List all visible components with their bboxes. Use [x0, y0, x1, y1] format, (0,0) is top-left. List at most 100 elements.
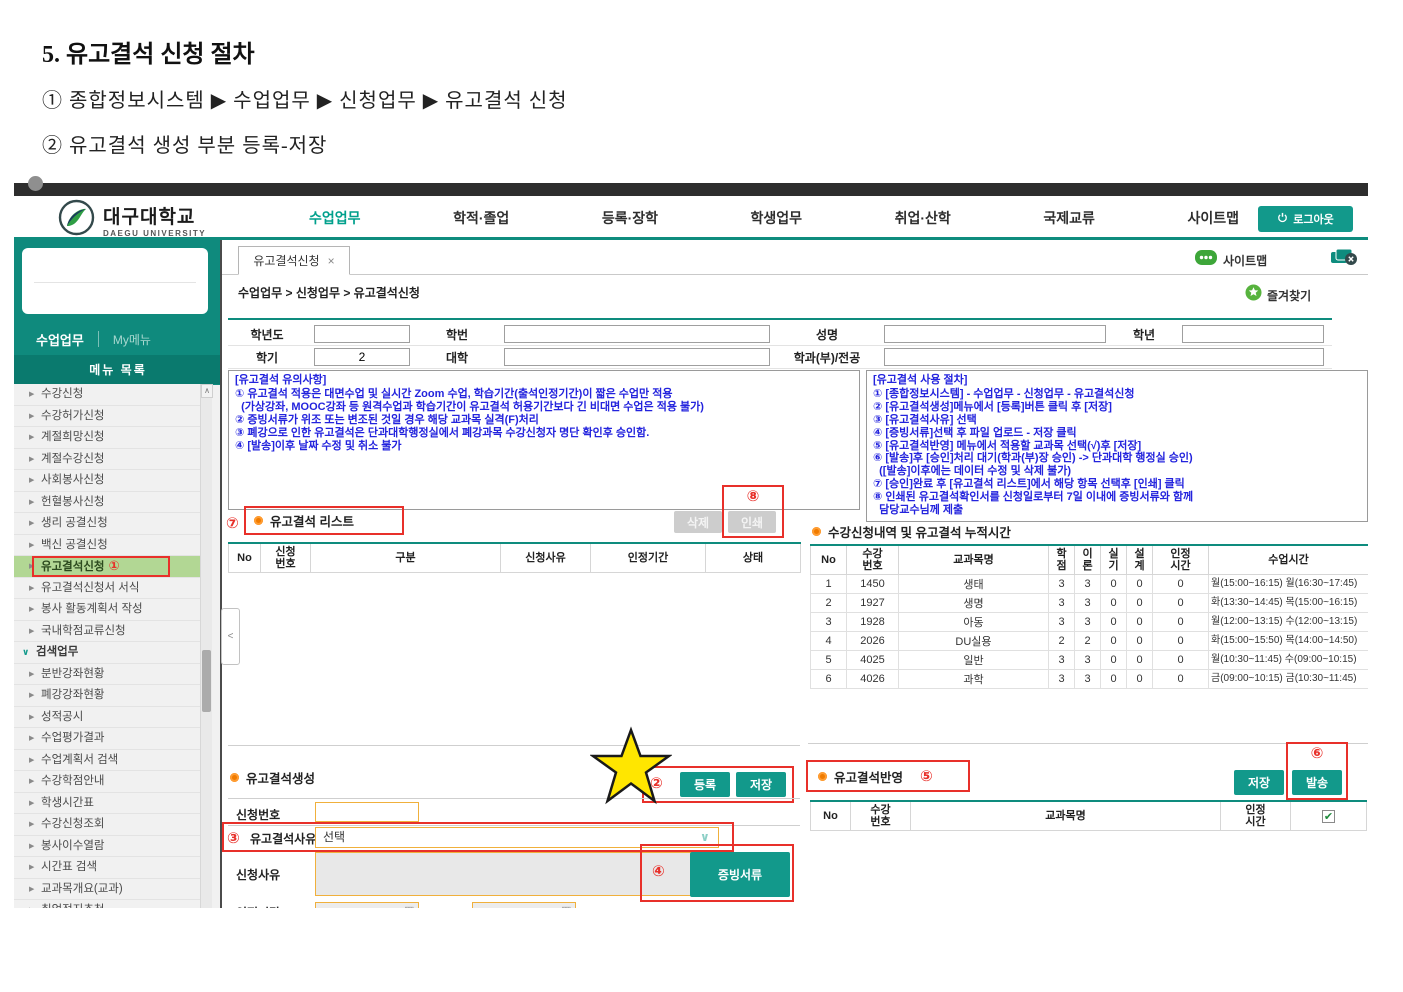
attach-document-button[interactable]: 증빙서류: [690, 852, 790, 897]
sidebar-item[interactable]: ▶수강신청: [14, 384, 200, 406]
period-label: 인정기간: [236, 904, 280, 908]
table-row[interactable]: 42026DU실용22000화(15:00~15:50) 목(14:00~14:…: [811, 632, 1369, 651]
sidebar-tab-mymenu[interactable]: My메뉴: [113, 331, 151, 348]
sidebar-item[interactable]: ▶수업계획서 검색: [14, 750, 200, 772]
user-info-divider: [34, 282, 196, 283]
table-row[interactable]: 64026과학33000금(09:00~10:15) 금(10:30~11:45…: [811, 670, 1369, 689]
form-input[interactable]: [314, 325, 410, 343]
send-button[interactable]: 발송: [1292, 770, 1342, 795]
favorite-button[interactable]: 즐겨찾기: [1245, 284, 1311, 306]
save-button-create[interactable]: 저장: [736, 772, 786, 797]
notice-line: 담당교수님께 제출: [873, 504, 1361, 517]
sidebar-item[interactable]: ▶백신 공결신청: [14, 535, 200, 557]
sidebar-item[interactable]: ▶수강허가신청: [14, 406, 200, 428]
form-label: 성명: [778, 326, 876, 343]
arrow-right-icon: ▶: [29, 513, 34, 535]
close-all-tabs-icon[interactable]: [1330, 248, 1358, 271]
arrow-right-icon: ▶: [29, 685, 34, 707]
sitemap-button[interactable]: 사이트맵: [1195, 250, 1267, 270]
sidebar-item[interactable]: ▶계절희망신청: [14, 427, 200, 449]
sidebar-item-label: 봉사 활동계획서 작성: [41, 603, 143, 615]
form-input[interactable]: [884, 325, 1106, 343]
table-cell: 아동: [899, 613, 1049, 632]
register-button[interactable]: 등록: [680, 772, 730, 797]
sidebar-item[interactable]: ▶유고결석신청서 서식: [14, 578, 200, 600]
nav-item[interactable]: 취업·산학: [895, 208, 951, 228]
checkbox-checked-icon[interactable]: ✔: [1322, 810, 1335, 823]
logout-button[interactable]: 로그아웃: [1258, 206, 1353, 232]
table-row[interactable]: 21927생명33000화(13:30~14:45) 목(15:00~16:15…: [811, 594, 1369, 613]
sidebar-item[interactable]: ▶봉사 활동계획서 작성: [14, 599, 200, 621]
sidebar-item[interactable]: ▶유고결석신청①: [14, 556, 200, 578]
sidebar-item[interactable]: ▶수강신청조회: [14, 814, 200, 836]
sidebar-tab-main[interactable]: 수업업무: [36, 330, 84, 349]
sidebar-scrollbar[interactable]: ∧: [200, 384, 212, 908]
delete-button[interactable]: 삭제: [674, 511, 722, 533]
notice-line: ⑧ 인쇄된 유고결석확인서를 신청일로부터 7일 이내에 증빙서류와 함께: [873, 491, 1361, 504]
sidebar-item[interactable]: ▶수강학점안내: [14, 771, 200, 793]
form-input[interactable]: [884, 348, 1324, 366]
sidebar-item[interactable]: ▶국내학점교류신청: [14, 621, 200, 643]
sidebar-collapse-handle[interactable]: <: [221, 608, 240, 665]
sidebar-item[interactable]: ▶성적공시: [14, 707, 200, 729]
sidebar: 수업업무 My메뉴 메뉴 목록 ▶수강신청▶수강허가신청▶계절희망신청▶계절수강…: [14, 240, 222, 908]
sidebar-item[interactable]: ▶교과목개요(교과): [14, 879, 200, 901]
university-logo[interactable]: 대구대학교 DAEGU UNIVERSITY: [58, 199, 206, 241]
form-label: 대학: [418, 349, 496, 366]
sidebar-top: 수업업무 My메뉴 메뉴 목록: [14, 240, 222, 385]
orange-bullet-icon: [818, 772, 827, 781]
sidebar-item[interactable]: ▶학생시간표: [14, 793, 200, 815]
table-row[interactable]: 54025일반33000월(10:30~11:45) 수(09:00~10:15…: [811, 651, 1369, 670]
sidebar-item[interactable]: ▶계절수강신청: [14, 449, 200, 471]
nav-item[interactable]: 수업업무: [309, 208, 361, 228]
notice-procedure: [유고결석 사용 절차]① [종합정보시스템] - 수업업무 - 신청업무 - …: [866, 370, 1368, 522]
doc-step: ① 종합정보시스템 ▶ 수업업무 ▶ 신청업무 ▶ 유고결석 신청: [42, 84, 568, 113]
nav-item[interactable]: 학적·졸업: [453, 208, 509, 228]
nav-item[interactable]: 등록·장학: [602, 208, 658, 228]
sidebar-item[interactable]: ▶사회봉사신청: [14, 470, 200, 492]
calendar-icon[interactable]: ▦: [404, 904, 414, 908]
column-header: 이 론: [1075, 545, 1101, 575]
nav-item[interactable]: 국제교류: [1043, 208, 1095, 228]
logo-title: 대구대학교: [103, 202, 206, 229]
arrow-right-icon: ▶: [29, 535, 34, 557]
sidebar-item[interactable]: ▶폐강강좌현황: [14, 685, 200, 707]
arrow-right-icon: ▶: [29, 793, 34, 815]
form-input[interactable]: [314, 348, 410, 366]
sidebar-item[interactable]: ▶봉사이수열람: [14, 836, 200, 858]
table-row[interactable]: 31928아동33000월(12:00~13:15) 수(12:00~13:15…: [811, 613, 1369, 632]
sidebar-item[interactable]: ∨검색업무: [14, 642, 200, 664]
sidebar-item[interactable]: ▶시간표 검색: [14, 857, 200, 879]
sidebar-item[interactable]: ▶분반강좌현황: [14, 664, 200, 686]
save-button-apply[interactable]: 저장: [1234, 770, 1284, 795]
column-header: 학 점: [1049, 545, 1075, 575]
table-cell: 0: [1127, 632, 1153, 651]
nav-item[interactable]: 사이트맵: [1187, 208, 1239, 228]
arrow-right-icon: ▶: [29, 771, 34, 793]
form-input[interactable]: [504, 348, 770, 366]
tab-yugogyeolseok[interactable]: 유고결석신청 ×: [238, 246, 350, 275]
sidebar-item[interactable]: ▶수업평가결과: [14, 728, 200, 750]
sidebar-item[interactable]: ▶헌혈봉사신청: [14, 492, 200, 514]
sidebar-item[interactable]: ▶생리 공결신청: [14, 513, 200, 535]
table-row[interactable]: 11450생태33000월(15:00~16:15) 월(16:30~17:45…: [811, 575, 1369, 594]
tab-close-icon[interactable]: ×: [328, 254, 335, 268]
column-header: 교과목명: [911, 801, 1221, 831]
system-screenshot: 대구대학교 DAEGU UNIVERSITY 수업업무 학적·졸업 등록·장학 학생업…: [14, 183, 1368, 908]
form-input[interactable]: [504, 325, 770, 343]
chevron-down-icon: ∨: [700, 830, 710, 844]
form-input[interactable]: [1182, 325, 1324, 343]
period-tilde: ~: [434, 904, 441, 908]
sidebar-item[interactable]: ▶취업정지추천: [14, 900, 200, 908]
table-cell: 0: [1127, 575, 1153, 594]
nav-item[interactable]: 학생업무: [751, 208, 803, 228]
table-cell: 3: [1049, 613, 1075, 632]
reason-type-select[interactable]: 선택: [315, 827, 719, 848]
calendar-icon[interactable]: ▦: [561, 904, 571, 908]
scrollbar-thumb[interactable]: [202, 650, 211, 712]
apply-no-input[interactable]: [315, 802, 419, 822]
table-cell: DU실용: [899, 632, 1049, 651]
scroll-up-arrow[interactable]: ∧: [201, 384, 213, 398]
print-button[interactable]: 인쇄: [728, 511, 776, 533]
select-all-checkbox[interactable]: ✔: [1291, 801, 1367, 831]
